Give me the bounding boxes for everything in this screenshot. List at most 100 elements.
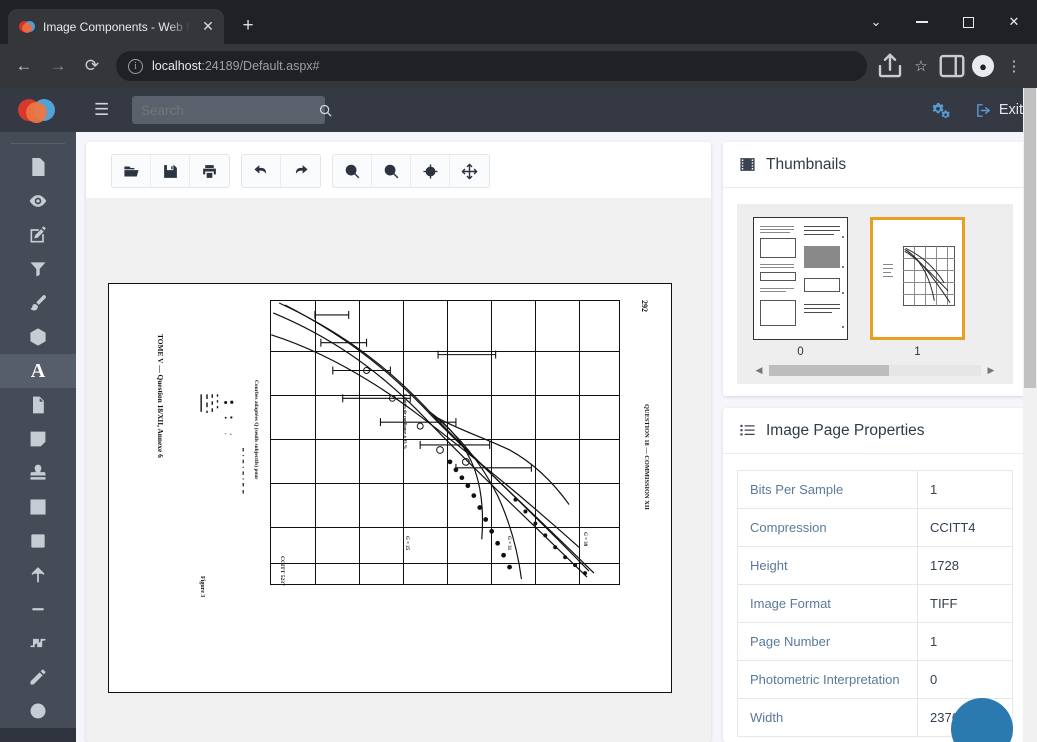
property-key: Compression [738,509,918,546]
scan-page-number: 292 [640,300,649,312]
exit-button[interactable]: Exit [975,102,1023,119]
scrollbar-track[interactable] [769,365,981,376]
property-key: Bits Per Sample [738,471,918,508]
thumbnails-row: 0 1 [753,217,997,358]
thumbnail-item[interactable]: 0 [753,217,848,358]
print-button[interactable] [190,155,229,187]
thumbnail-page-1[interactable] [870,217,965,340]
property-key: Image Format [738,585,918,622]
sidebar-item-polyline[interactable] [0,626,76,660]
thumbnail-page-0[interactable] [753,217,848,340]
redo-button[interactable] [281,155,320,187]
app-logo-icon [18,96,58,124]
app-header: ☰ Exit [76,88,1037,132]
sidebar-item-circle[interactable] [0,694,76,728]
fit-button[interactable] [411,155,450,187]
properties-title: Image Page Properties [766,421,925,439]
sidebar-item-edit[interactable] [0,218,76,252]
close-icon[interactable]: ✕ [198,17,218,37]
list-icon [739,422,756,439]
property-value: 0 [930,672,938,687]
property-key: Width [738,699,918,736]
app-logo[interactable] [0,88,76,132]
thumbnails-panel: Thumbnails 0 1 ◀ ▶ [723,142,1027,396]
scan-figure-label: Figure 3 [199,576,205,598]
reload-icon[interactable]: ⟳ [76,50,108,82]
open-button[interactable] [112,155,151,187]
sidebar-item-arrow-up[interactable] [0,558,76,592]
sidebar-item-filter[interactable] [0,252,76,286]
sidebar-item-pencil[interactable] [0,660,76,694]
thumbnails-scrollbar[interactable]: ◀ ▶ [753,365,997,376]
search-icon[interactable] [318,103,333,118]
scrollbar-thumb[interactable] [1024,88,1036,388]
film-strip-icon [739,156,756,173]
search-input[interactable] [141,102,318,118]
image-page-properties-panel: Image Page Properties Bits Per Sample 1 … [723,408,1027,742]
pan-button[interactable] [450,155,489,187]
bookmark-star-icon[interactable]: ☆ [906,51,936,81]
back-icon[interactable]: ← [8,50,40,82]
scan-legend: + ▵ [200,394,244,494]
scan-header-right: QUESTION 18 — COMMISSION XII [643,404,650,510]
sidebar-item-eye[interactable] [0,184,76,218]
toolbar-group-file [111,154,230,188]
property-key: Page Number [738,623,918,660]
thumbnails-body: 0 1 ◀ ▶ [723,188,1027,396]
address-bar[interactable]: i localhost:24189/Default.aspx# [116,51,867,81]
scan-content: TOME V — Question 18/XII, Annexe 6 QUEST… [109,284,671,692]
settings-gears-icon[interactable] [932,101,951,120]
url-text: localhost:24189/Default.aspx# [152,59,319,73]
sidebar-item-square-outline[interactable] [0,490,76,524]
svg-text:▵: ▵ [230,431,232,436]
application-root: A ☰ Search Exit TOME V — Question 18/XII… [0,88,1037,742]
scan-chart-grid [270,300,620,585]
viewer-stage[interactable]: TOME V — Question 18/XII, Annexe 6 QUEST… [86,198,711,742]
menu-toggle-icon[interactable]: ☰ [94,100,120,120]
sidebar-item-line[interactable] [0,592,76,626]
sidebar-item-label: A [30,359,46,382]
sidebar-item-document[interactable] [0,150,76,184]
sidebar-item-stamp[interactable] [0,456,76,490]
sidebar-item-note[interactable] [0,422,76,456]
sidebar-item-square-filled[interactable] [0,524,76,558]
forward-icon[interactable]: → [42,50,74,82]
sidebar-item-file-text[interactable] [0,388,76,422]
window-close-icon[interactable]: ✕ [991,6,1037,38]
chevron-down-icon[interactable]: ⌄ [853,6,899,38]
property-value: 1728 [930,558,959,573]
profile-avatar[interactable]: ● [968,51,998,81]
sidebar-item-text[interactable]: A [0,354,76,388]
share-icon[interactable] [875,51,905,81]
browser-tab[interactable]: Image Components - Web Image ✕ [8,9,224,44]
tab-title: Image Components - Web Image [43,19,190,34]
undo-button[interactable] [242,155,281,187]
property-value: 1 [930,634,938,649]
scroll-right-icon[interactable]: ▶ [985,365,997,376]
thumbnail-item[interactable]: 1 [870,217,965,358]
maximize-icon[interactable] [945,6,991,38]
new-tab-button[interactable]: + [234,12,262,40]
search-box[interactable] [132,96,332,124]
table-row: Page Number 1 [738,623,1012,661]
sidebar-item-cube[interactable] [0,320,76,354]
save-button[interactable] [151,155,190,187]
table-row: Compression CCITT4 [738,509,1012,547]
page-scrollbar[interactable] [1023,88,1037,742]
scrollbar-thumb[interactable] [769,365,889,376]
scan-header-left: TOME V — Question 18/XII, Annexe 6 [156,334,165,458]
url-path: :24189/Default.aspx# [201,59,320,73]
sidebar-item-brush[interactable] [0,286,76,320]
browser-menu-icon[interactable]: ⋮ [999,51,1029,81]
zoom-in-button[interactable] [333,155,372,187]
browser-chrome: Image Components - Web Image ✕ + ⌄ ✕ ← →… [0,0,1037,88]
zoom-out-button[interactable] [372,155,411,187]
omnibox-actions: ☆ ● ⋮ [875,51,1029,81]
scroll-left-icon[interactable]: ◀ [753,365,765,376]
exit-label: Exit [998,102,1023,118]
scanned-page-image[interactable]: TOME V — Question 18/XII, Annexe 6 QUEST… [108,283,672,693]
minimize-icon[interactable] [899,6,945,38]
tool-sidebar: A [0,132,76,728]
site-info-icon[interactable]: i [128,58,143,74]
side-panel-icon[interactable] [937,51,967,81]
